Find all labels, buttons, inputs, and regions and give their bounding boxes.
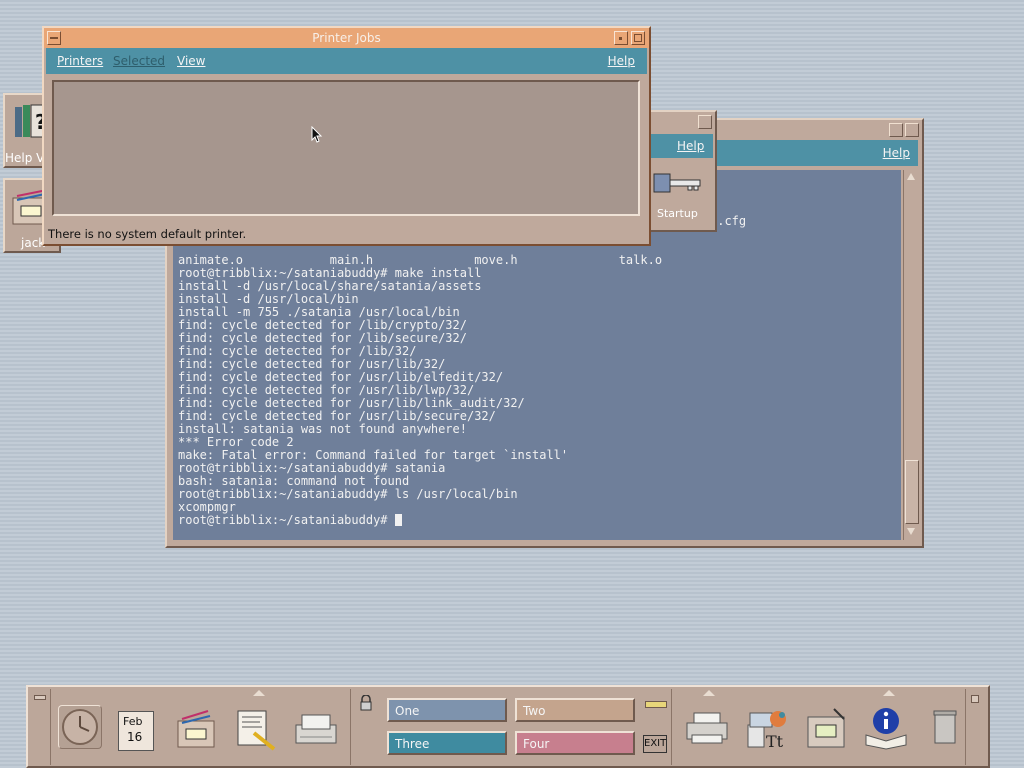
terminal-line: root@tribblix:~/sataniabuddy# xyxy=(178,514,568,527)
info-icon xyxy=(862,705,910,754)
mailer-icon xyxy=(292,709,340,752)
app-manager-control[interactable] xyxy=(802,701,860,759)
printer-control[interactable] xyxy=(682,701,740,759)
help-viewer-label: Help V xyxy=(5,151,45,165)
front-panel: Feb 16 One Two Three Four EXIT Tt xyxy=(26,685,990,768)
exit-button[interactable]: EXIT xyxy=(643,735,667,753)
panel-left-handle[interactable] xyxy=(30,689,51,765)
printer-jobs-window: Printer Jobs Printers Selected View Help… xyxy=(42,26,651,246)
calendar-month: Feb xyxy=(123,715,143,728)
printers-menu[interactable]: Printers xyxy=(57,54,103,68)
startup-key-icon[interactable] xyxy=(652,172,704,196)
printer-subpanel-arrow[interactable] xyxy=(680,687,738,701)
calendar-day: 16 xyxy=(127,730,143,744)
trash-control[interactable] xyxy=(920,701,978,759)
file-manager-control[interactable] xyxy=(172,701,230,759)
calendar-control[interactable]: Feb 16 xyxy=(112,701,170,759)
clock-icon xyxy=(58,705,102,749)
style-manager-icon: Tt xyxy=(744,705,790,754)
scroll-up-arrow-icon[interactable] xyxy=(907,173,915,180)
printer-jobs-status: There is no system default printer. xyxy=(48,227,247,241)
clock-control[interactable] xyxy=(52,701,110,759)
calendar-icon: Feb 16 xyxy=(118,711,154,751)
busy-light-icon xyxy=(645,701,667,708)
files-subpanel-arrow[interactable] xyxy=(170,687,228,701)
help-subpanel-arrow[interactable] xyxy=(860,687,918,701)
style-manager-subpanel-arrow[interactable] xyxy=(740,687,798,701)
help-manager-menubar: Help xyxy=(649,134,713,158)
clock-subpanel-arrow[interactable] xyxy=(50,687,108,701)
workspace-four-button[interactable]: Four xyxy=(515,731,635,755)
printer-jobs-menubar: Printers Selected View Help xyxy=(46,48,647,74)
calendar-subpanel-arrow[interactable] xyxy=(110,687,168,701)
personal-apps-subpanel-arrow[interactable] xyxy=(230,687,288,701)
mailer-control[interactable] xyxy=(292,701,350,759)
printer-jobs-area[interactable] xyxy=(52,80,640,216)
printer-jobs-titlebar[interactable]: Printer Jobs xyxy=(44,28,649,48)
printer-jobs-maximize-button[interactable] xyxy=(631,31,645,45)
lock-icon[interactable] xyxy=(359,694,373,711)
view-menu[interactable]: View xyxy=(177,54,205,68)
trash-icon xyxy=(932,709,958,748)
workspace-one-button[interactable]: One xyxy=(387,698,507,722)
startup-label: Startup xyxy=(657,207,698,220)
text-editor-control[interactable] xyxy=(232,701,290,759)
help-control[interactable] xyxy=(862,701,920,759)
panel-menu-icon xyxy=(34,695,46,700)
help-manager-help-menu[interactable]: Help xyxy=(677,139,704,153)
terminal-cursor xyxy=(394,514,402,526)
workspace-two-button[interactable]: Two xyxy=(515,698,635,722)
printer-jobs-help-menu[interactable]: Help xyxy=(608,54,635,68)
scroll-thumb[interactable] xyxy=(905,460,919,524)
selected-menu[interactable]: Selected xyxy=(113,54,165,68)
printer-icon xyxy=(684,709,730,752)
terminal-lines: root@tribblix:~/sataniabuddy# make insta… xyxy=(178,267,568,527)
app-manager-subpanel-arrow[interactable] xyxy=(800,687,858,701)
app-manager-icon xyxy=(804,705,850,754)
terminal-minimize-button[interactable] xyxy=(889,123,903,137)
printer-jobs-minimize-button[interactable] xyxy=(614,31,628,45)
maximize-icon xyxy=(634,34,642,42)
mouse-pointer-icon xyxy=(311,125,323,144)
terminal-help-menu[interactable]: Help xyxy=(883,146,910,160)
terminal-line: root@tribblix:~/sataniabuddy# ls /usr/lo… xyxy=(178,487,518,501)
terminal-maximize-button[interactable] xyxy=(905,123,919,137)
file-drawer-icon xyxy=(174,707,218,754)
minimize-icon xyxy=(619,37,622,40)
workspace-three-button[interactable]: Three xyxy=(387,731,507,755)
scroll-down-arrow-icon[interactable] xyxy=(907,528,915,535)
help-manager-minimize-button[interactable] xyxy=(698,115,712,129)
style-manager-control[interactable]: Tt xyxy=(742,701,800,759)
mail-subpanel-arrow[interactable] xyxy=(290,687,348,701)
printer-jobs-title: Printer Jobs xyxy=(312,31,381,45)
svg-text:Tt: Tt xyxy=(766,732,784,751)
text-editor-icon xyxy=(234,707,278,754)
terminal-scrollbar[interactable] xyxy=(903,170,919,540)
workspace-switch: One Two Three Four EXIT xyxy=(350,689,672,765)
help-manager-window: Help Startup xyxy=(645,110,717,232)
